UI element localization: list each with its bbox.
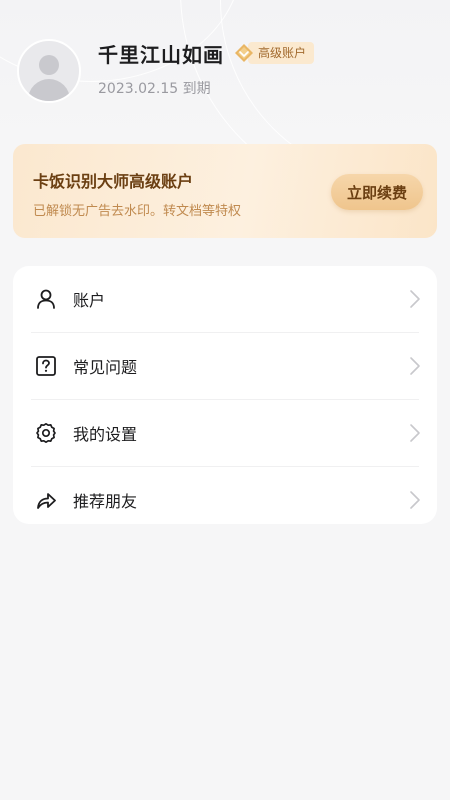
badge-label: 高级账户 [248, 42, 315, 64]
menu-item-label: 账户 [73, 291, 106, 310]
menu-item-refer-friend[interactable]: 推荐朋友 [31, 466, 420, 533]
avatar-shoulders [28, 79, 70, 101]
vip-card: 卡饭识别大师高级账户 已解锁无广告去水印。转文档等特权 立即续费 [13, 144, 437, 238]
chevron-right-icon [410, 424, 420, 442]
chevron-right-icon [410, 290, 420, 308]
share-icon [37, 493, 56, 509]
menu-item-label: 推荐朋友 [73, 492, 138, 511]
premium-badge: 高级账户 [234, 42, 315, 64]
renew-button[interactable]: 立即续费 [331, 174, 423, 210]
user-icon [37, 289, 55, 309]
vip-title: 卡饭识别大师高级账户 [33, 172, 194, 191]
menu-item-label: 常见问题 [73, 358, 138, 377]
gear-icon [36, 422, 56, 444]
question-icon [36, 356, 56, 376]
username: 千里江山如画 [98, 43, 224, 67]
avatar[interactable] [17, 39, 81, 103]
menu-list: 账户 常见问题 我的设置 推荐朋友 [13, 266, 437, 524]
chevron-right-icon [410, 357, 420, 375]
chevron-right-icon [410, 491, 420, 509]
menu-item-faq[interactable]: 常见问题 [31, 332, 420, 399]
expiry-date: 2023.02.15 到期 [98, 81, 211, 97]
diamond-icon [235, 44, 253, 62]
menu-item-label: 我的设置 [73, 425, 138, 444]
avatar-head [39, 55, 59, 75]
menu-item-account[interactable]: 账户 [31, 266, 420, 332]
vip-description: 已解锁无广告去水印。转文档等特权 [33, 204, 242, 219]
menu-item-settings[interactable]: 我的设置 [31, 399, 420, 466]
